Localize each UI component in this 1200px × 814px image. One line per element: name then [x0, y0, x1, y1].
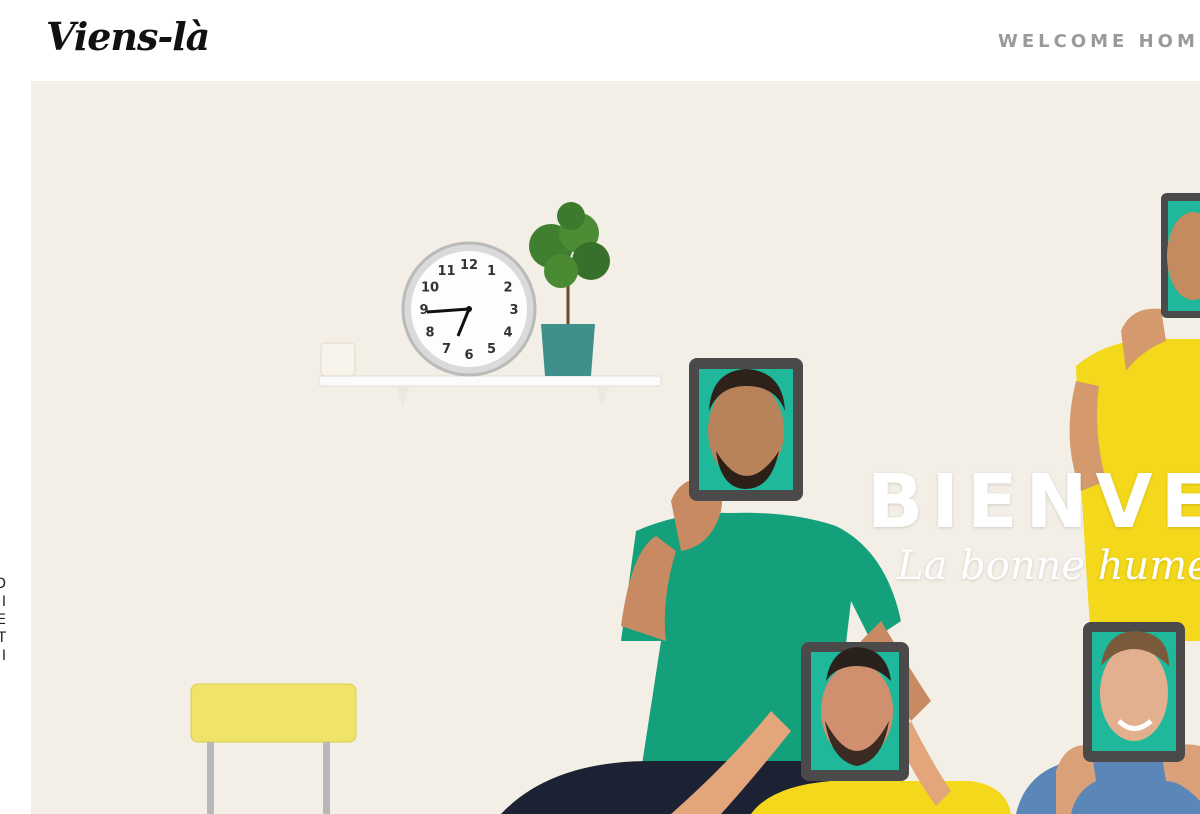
side-letter: T — [0, 630, 6, 646]
side-letter: I — [1, 648, 6, 664]
nav-welcome-home[interactable]: WELCOME HOME — [998, 31, 1200, 52]
hero-subtitle: La bonne humeur a — [897, 543, 1200, 589]
clock-numeral: 1 — [487, 264, 496, 279]
candle — [320, 342, 356, 377]
clock-numeral: 8 — [425, 326, 434, 341]
wall-clock: 12 1234567891011 — [401, 241, 537, 377]
clock-numeral: 11 — [437, 264, 455, 279]
clock-numeral: 12 — [460, 258, 478, 273]
side-letter: E — [0, 612, 6, 628]
clock-numeral: 4 — [503, 326, 512, 341]
clock-numeral: 7 — [442, 342, 451, 357]
site-header: Viens-là WELCOME HOME — [0, 0, 1200, 81]
hero-illustration: 12 1234567891011 — [31, 81, 1200, 814]
clock-numeral: 10 — [421, 281, 439, 296]
clock-numeral: 3 — [509, 303, 518, 318]
hero-title: BIENVEN — [867, 459, 1200, 545]
hero-banner: 12 1 2 3 4 5 6 7 8 9 10 11 BIENVE La bon… — [31, 81, 1200, 814]
page: Viens-là WELCOME HOME D I E T I 12 1 2 3 4 5 6… — [0, 0, 1200, 814]
clock-numeral: 6 — [464, 348, 473, 363]
side-letter: D — [0, 576, 6, 592]
shelf — [318, 375, 662, 387]
side-vertical-label: D I E T I — [0, 575, 6, 685]
site-logo[interactable]: Viens-là — [46, 14, 210, 59]
side-letter: I — [1, 594, 6, 610]
clock-numeral: 2 — [503, 281, 512, 296]
clock-numeral: 5 — [487, 342, 496, 357]
